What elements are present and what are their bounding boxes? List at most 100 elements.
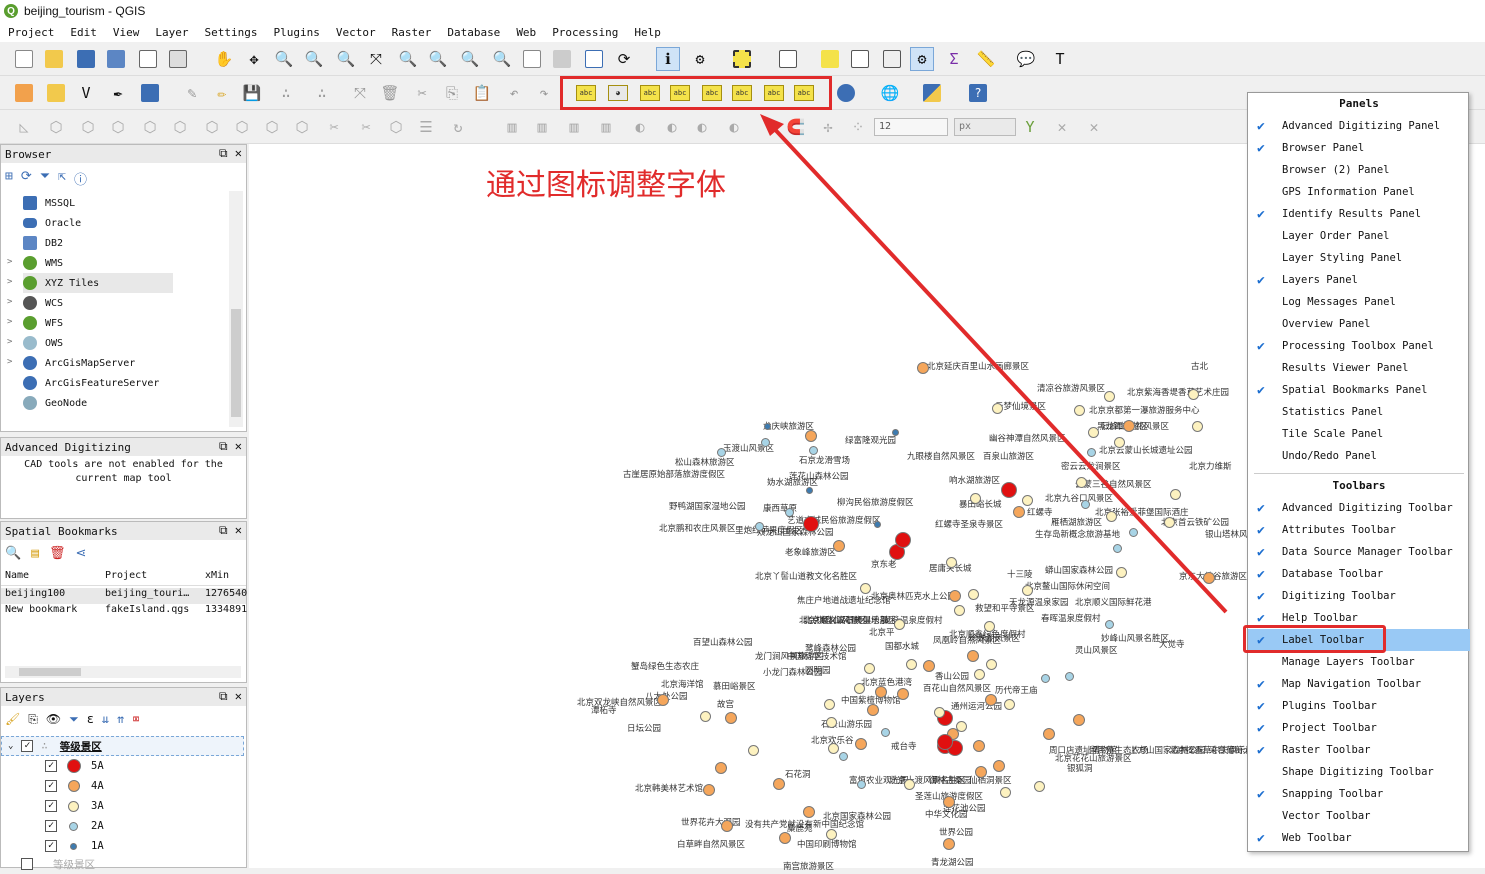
help-icon[interactable]: ? <box>966 81 990 105</box>
legend-checkbox[interactable]: ✓ <box>45 760 57 772</box>
browser-item-wms[interactable]: WMS <box>23 253 63 273</box>
save-as-icon[interactable] <box>104 47 128 71</box>
add-point-icon[interactable]: ∴ <box>274 81 298 105</box>
expand-arrow-ows[interactable]: > <box>7 337 12 347</box>
map-point[interactable] <box>1104 619 1114 629</box>
map-point[interactable] <box>1073 404 1085 416</box>
map-point[interactable] <box>955 720 967 732</box>
delete-selected-icon[interactable]: 🗑 <box>378 81 402 105</box>
merge-attributes-icon[interactable]: ☰ <box>414 115 438 139</box>
refresh-icon[interactable]: ⟳ <box>612 47 636 71</box>
map-point[interactable] <box>827 742 839 754</box>
raster-tool-5-icon[interactable]: ◐ <box>628 115 652 139</box>
map-point[interactable] <box>855 738 867 750</box>
menu-item-layers-panel[interactable]: ✔ Layers Panel <box>1248 269 1470 291</box>
map-point[interactable] <box>969 492 981 504</box>
browser-item-arcgis-feature-server[interactable]: ArcGisFeatureServer <box>23 373 159 393</box>
fill-ring-icon[interactable]: ⬡ <box>168 115 192 139</box>
browser-item-ows[interactable]: OWS <box>23 333 63 353</box>
browser-item-oracle[interactable]: Oracle <box>23 213 81 233</box>
new-print-layout-icon[interactable] <box>136 47 160 71</box>
map-point[interactable] <box>856 779 866 789</box>
pan-icon[interactable]: ✋ <box>212 47 236 71</box>
current-edits-icon[interactable]: ✎ <box>180 81 204 105</box>
copy-features-icon[interactable]: ⎘ <box>440 81 464 105</box>
snapping-magnet-icon[interactable]: 🧲 <box>784 115 808 139</box>
map-point[interactable] <box>808 445 818 455</box>
browser-scrollbar[interactable] <box>229 191 243 427</box>
map-point[interactable] <box>1113 436 1125 448</box>
map-point[interactable] <box>721 820 733 832</box>
map-point[interactable] <box>999 786 1011 798</box>
layer-checkbox[interactable] <box>21 858 33 870</box>
map-point[interactable] <box>985 658 997 670</box>
collapse-all-icon[interactable]: ⇱ <box>58 169 66 188</box>
zoom-to-bookmark-icon[interactable]: 🔍 <box>5 546 21 561</box>
map-tips-icon[interactable]: 💬 <box>1014 47 1038 71</box>
legend-checkbox[interactable]: ✓ <box>45 820 57 832</box>
map-point[interactable] <box>937 734 953 750</box>
menu-item-database-toolbar[interactable]: ✔ Database Toolbar <box>1248 563 1470 585</box>
menu-item-advanced-digitizing-panel[interactable]: ✔ Advanced Digitizing Panel <box>1248 115 1470 137</box>
menu-raster[interactable]: Raster <box>384 26 440 39</box>
zoom-native-icon[interactable]: 🔍 <box>334 47 358 71</box>
statistics-sigma-icon[interactable]: Σ <box>942 47 966 71</box>
map-point[interactable] <box>853 682 865 694</box>
legend-checkbox[interactable]: ✓ <box>45 840 57 852</box>
map-point[interactable] <box>1191 420 1203 432</box>
map-point[interactable] <box>953 604 965 616</box>
map-point[interactable] <box>1003 698 1015 710</box>
snap-vertex-icon[interactable]: ✢ <box>816 115 840 139</box>
map-point[interactable] <box>825 828 837 840</box>
save-project-icon[interactable] <box>74 47 98 71</box>
snap-segment-icon[interactable]: ⁘ <box>846 115 870 139</box>
map-point[interactable] <box>657 694 669 706</box>
stretch-icon[interactable]: ▥ <box>594 115 618 139</box>
map-point[interactable] <box>1105 510 1117 522</box>
dock-close-icon[interactable]: ⧉ ✕ <box>219 689 242 704</box>
menu-item-raster-toolbar[interactable]: ✔ Raster Toolbar <box>1248 739 1470 761</box>
map-point[interactable] <box>983 620 995 632</box>
map-point[interactable] <box>1033 780 1045 792</box>
map-point[interactable] <box>917 362 929 374</box>
map-point[interactable] <box>897 688 909 700</box>
zoom-selection-icon[interactable]: 🔍 <box>396 47 420 71</box>
snap-units-select[interactable]: px <box>954 118 1016 136</box>
map-point[interactable] <box>891 428 899 436</box>
db-manager-icon[interactable] <box>834 81 858 105</box>
map-point[interactable] <box>1040 673 1050 683</box>
map-point[interactable] <box>993 760 1005 772</box>
map-point[interactable] <box>747 744 759 756</box>
map-point[interactable] <box>859 582 871 594</box>
map-point[interactable] <box>975 766 987 778</box>
menu-vector[interactable]: Vector <box>328 26 384 39</box>
map-point[interactable] <box>1073 714 1085 726</box>
menu-item-attributes-toolbar[interactable]: ✔ Attributes Toolbar <box>1248 519 1470 541</box>
expand-arrow-wcs[interactable]: > <box>7 297 12 307</box>
map-point[interactable] <box>1115 566 1127 578</box>
menu-item-layer-styling-panel[interactable]: Layer Styling Panel <box>1248 247 1470 269</box>
histogram-icon[interactable]: ▥ <box>562 115 586 139</box>
open-project-icon[interactable] <box>42 47 66 71</box>
menu-plugins[interactable]: Plugins <box>265 26 327 39</box>
menu-view[interactable]: View <box>105 26 148 39</box>
paste-features-icon[interactable]: 📋 <box>470 81 494 105</box>
legend-checkbox[interactable]: ✓ <box>45 780 57 792</box>
map-point[interactable] <box>973 740 985 752</box>
menu-item-tile-scale-panel[interactable]: Tile Scale Panel <box>1248 423 1470 445</box>
map-point[interactable] <box>1203 572 1215 584</box>
cut-features-icon[interactable]: ✂ <box>410 81 434 105</box>
menu-item-advanced-digitizing-toolbar[interactable]: ✔ Advanced Digitizing Toolbar <box>1248 497 1470 519</box>
snap-tolerance-input[interactable]: 12 <box>874 118 948 136</box>
browser-item-wfs[interactable]: WFS <box>23 313 63 333</box>
map-point[interactable] <box>754 521 764 531</box>
map-point[interactable] <box>1128 527 1138 537</box>
run-action-icon[interactable]: ⚙ <box>688 47 712 71</box>
legend-item-2a[interactable]: ✓ 2A <box>45 816 104 836</box>
open-attribute-table-icon[interactable] <box>776 47 800 71</box>
map-point[interactable] <box>715 762 727 774</box>
menu-item-log-messages-panel[interactable]: Log Messages Panel <box>1248 291 1470 313</box>
map-point[interactable] <box>1080 499 1090 509</box>
menu-item-results-viewer-panel[interactable]: Results Viewer Panel <box>1248 357 1470 379</box>
expand-all-icon[interactable]: ⇊ <box>102 712 109 727</box>
